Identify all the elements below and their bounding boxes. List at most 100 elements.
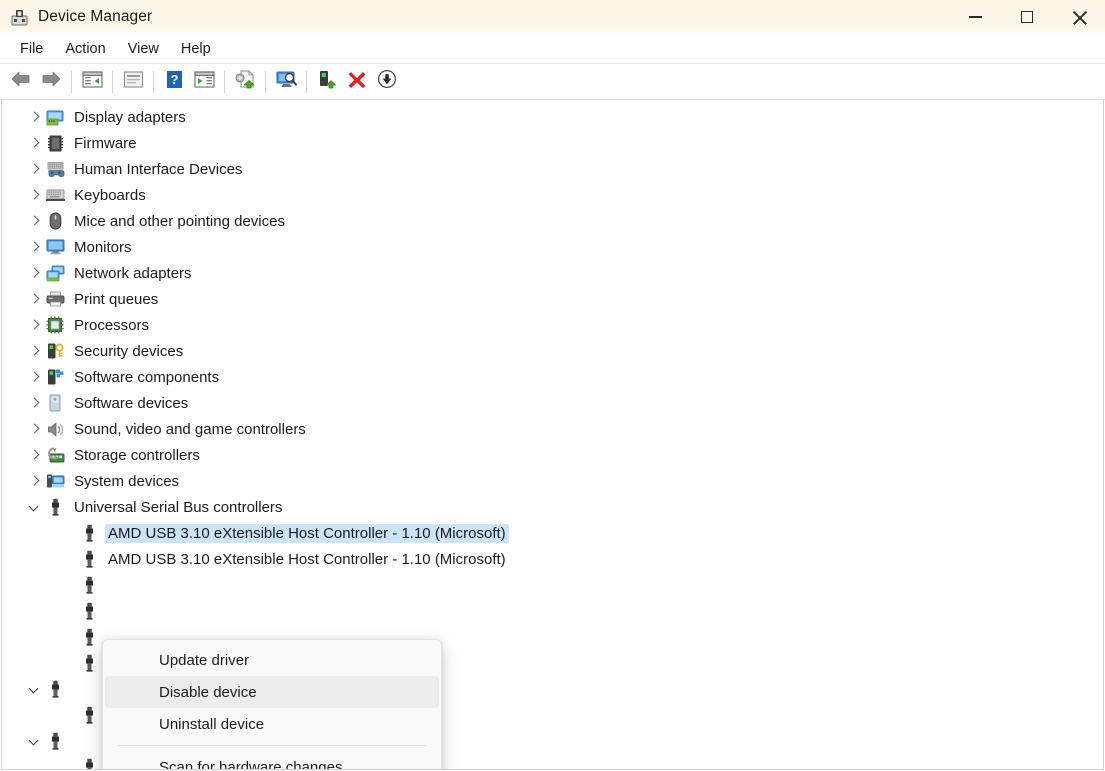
- mouse-icon: [44, 212, 66, 230]
- chevron-right-icon[interactable]: [24, 113, 44, 122]
- tree-item-label: AMD USB 3.10 eXtensible Host Controller …: [105, 550, 509, 569]
- menu-file[interactable]: File: [9, 37, 54, 61]
- usb-icon: [78, 758, 100, 769]
- toolbar: ?: [0, 64, 1105, 100]
- scan-monitor-icon: [275, 69, 298, 94]
- toolbar-separator: [265, 71, 266, 93]
- maximize-icon: [1021, 11, 1033, 23]
- chevron-right-icon[interactable]: [24, 269, 44, 278]
- chevron-down-icon[interactable]: [24, 737, 44, 746]
- tree-item-label: [105, 614, 111, 616]
- menu-help[interactable]: Help: [170, 37, 222, 61]
- tree-item-usb-child-4[interactable]: [2, 598, 1103, 624]
- usb-icon: [78, 602, 100, 620]
- disable-device-button[interactable]: [372, 67, 402, 97]
- view-button[interactable]: [189, 67, 219, 97]
- ctx-disable-device[interactable]: Disable device: [105, 676, 439, 708]
- menu-view[interactable]: View: [117, 37, 170, 61]
- chevron-right-icon[interactable]: [24, 477, 44, 486]
- tree-item-software-devices[interactable]: Software devices: [2, 390, 1103, 416]
- tree-item-keyboards[interactable]: Keyboards: [2, 182, 1103, 208]
- tree-item-label: [105, 588, 111, 590]
- chevron-down-icon[interactable]: [24, 503, 44, 512]
- help-button[interactable]: ?: [159, 67, 189, 97]
- tree-item-human-interface-devices[interactable]: Human Interface Devices: [2, 156, 1103, 182]
- tree-item-firmware[interactable]: Firmware: [2, 130, 1103, 156]
- tree-item-processors[interactable]: Processors: [2, 312, 1103, 338]
- chevron-right-icon[interactable]: [24, 191, 44, 200]
- chevron-right-icon[interactable]: [24, 321, 44, 330]
- software-component-icon: [44, 368, 66, 386]
- tree-item-print-queues[interactable]: Print queues: [2, 286, 1103, 312]
- uninstall-device-button[interactable]: [342, 67, 372, 97]
- chevron-right-icon[interactable]: [24, 373, 44, 382]
- tree-item-usb-host-controller-2[interactable]: AMD USB 3.10 eXtensible Host Controller …: [2, 546, 1103, 572]
- chevron-right-icon[interactable]: [24, 451, 44, 460]
- properties-button[interactable]: [118, 67, 148, 97]
- chevron-right-icon[interactable]: [24, 425, 44, 434]
- device-tree-pane[interactable]: Display adapters: [1, 100, 1104, 770]
- red-x-icon: [347, 69, 367, 94]
- back-button[interactable]: [6, 67, 36, 97]
- tree-item-software-components[interactable]: Software components: [2, 364, 1103, 390]
- enable-device-button[interactable]: [312, 67, 342, 97]
- maximize-button[interactable]: [1001, 0, 1053, 34]
- chevron-right-icon[interactable]: [24, 347, 44, 356]
- forward-button[interactable]: [36, 67, 66, 97]
- svg-text:?: ?: [170, 72, 178, 87]
- chevron-right-icon[interactable]: [24, 217, 44, 226]
- tree-item-label: System devices: [71, 472, 182, 491]
- tree-item-label: Human Interface Devices: [71, 160, 245, 179]
- tree-item-label: Sound, video and game controllers: [71, 420, 309, 439]
- update-driver-button[interactable]: [230, 67, 260, 97]
- tree-item-label: Monitors: [71, 238, 135, 257]
- scan-hardware-button[interactable]: [271, 67, 301, 97]
- speaker-icon: [44, 421, 66, 438]
- tree-item-label: Universal Serial Bus controllers: [71, 498, 285, 517]
- tree-item-label: Firmware: [71, 134, 140, 153]
- down-arrow-circle-icon: [377, 69, 397, 94]
- chevron-right-icon[interactable]: [24, 399, 44, 408]
- tree-item-security-devices[interactable]: Security devices: [2, 338, 1103, 364]
- tree-item-system-devices[interactable]: System devices: [2, 468, 1103, 494]
- display-adapter-icon: [44, 109, 66, 126]
- tree-item-label: Print queues: [71, 290, 161, 309]
- ctx-update-driver[interactable]: Update driver: [105, 644, 439, 676]
- tree-item-monitors[interactable]: Monitors: [2, 234, 1103, 260]
- console-tree-icon: [82, 70, 103, 94]
- ctx-scan-for-hardware-changes[interactable]: Scan for hardware changes: [105, 751, 439, 770]
- title-bar-left: Device Manager: [0, 8, 152, 27]
- tree-item-display-adapters[interactable]: Display adapters: [2, 104, 1103, 130]
- tree-item-label: [71, 692, 77, 694]
- menu-action[interactable]: Action: [54, 37, 116, 61]
- usb-icon: [44, 680, 66, 698]
- toolbar-separator: [71, 71, 72, 93]
- tree-item-mice-and-other-pointing-devices[interactable]: Mice and other pointing devices: [2, 208, 1103, 234]
- chevron-right-icon[interactable]: [24, 165, 44, 174]
- tree-item-network-adapters[interactable]: Network adapters: [2, 260, 1103, 286]
- device-context-menu[interactable]: Update driver Disable device Uninstall d…: [102, 639, 442, 770]
- forward-arrow-icon: [40, 70, 62, 93]
- chevron-right-icon[interactable]: [24, 243, 44, 252]
- storage-controller-icon: [44, 447, 66, 464]
- software-device-icon: [44, 394, 66, 412]
- tree-item-label: [71, 744, 77, 746]
- tree-item-sound-video-and-game-controllers[interactable]: Sound, video and game controllers: [2, 416, 1103, 442]
- tree-item-usb-child-3[interactable]: [2, 572, 1103, 598]
- tree-item-universal-serial-bus-controllers[interactable]: Universal Serial Bus controllers: [2, 494, 1103, 520]
- chevron-right-icon[interactable]: [24, 139, 44, 148]
- show-hide-console-tree-button[interactable]: [77, 67, 107, 97]
- close-button[interactable]: [1053, 0, 1105, 34]
- ctx-uninstall-device[interactable]: Uninstall device: [105, 708, 439, 740]
- chevron-down-icon[interactable]: [24, 685, 44, 694]
- menu-bar: File Action View Help: [0, 34, 1105, 64]
- toolbar-separator: [224, 71, 225, 93]
- help-question-icon: ?: [165, 70, 184, 94]
- tree-item-label: Display adapters: [71, 108, 189, 127]
- chevron-right-icon[interactable]: [24, 295, 44, 304]
- network-adapter-icon: [44, 265, 66, 282]
- usb-icon: [78, 550, 100, 568]
- minimize-button[interactable]: [949, 0, 1001, 34]
- tree-item-storage-controllers[interactable]: Storage controllers: [2, 442, 1103, 468]
- tree-item-usb-host-controller-1[interactable]: AMD USB 3.10 eXtensible Host Controller …: [2, 520, 1103, 546]
